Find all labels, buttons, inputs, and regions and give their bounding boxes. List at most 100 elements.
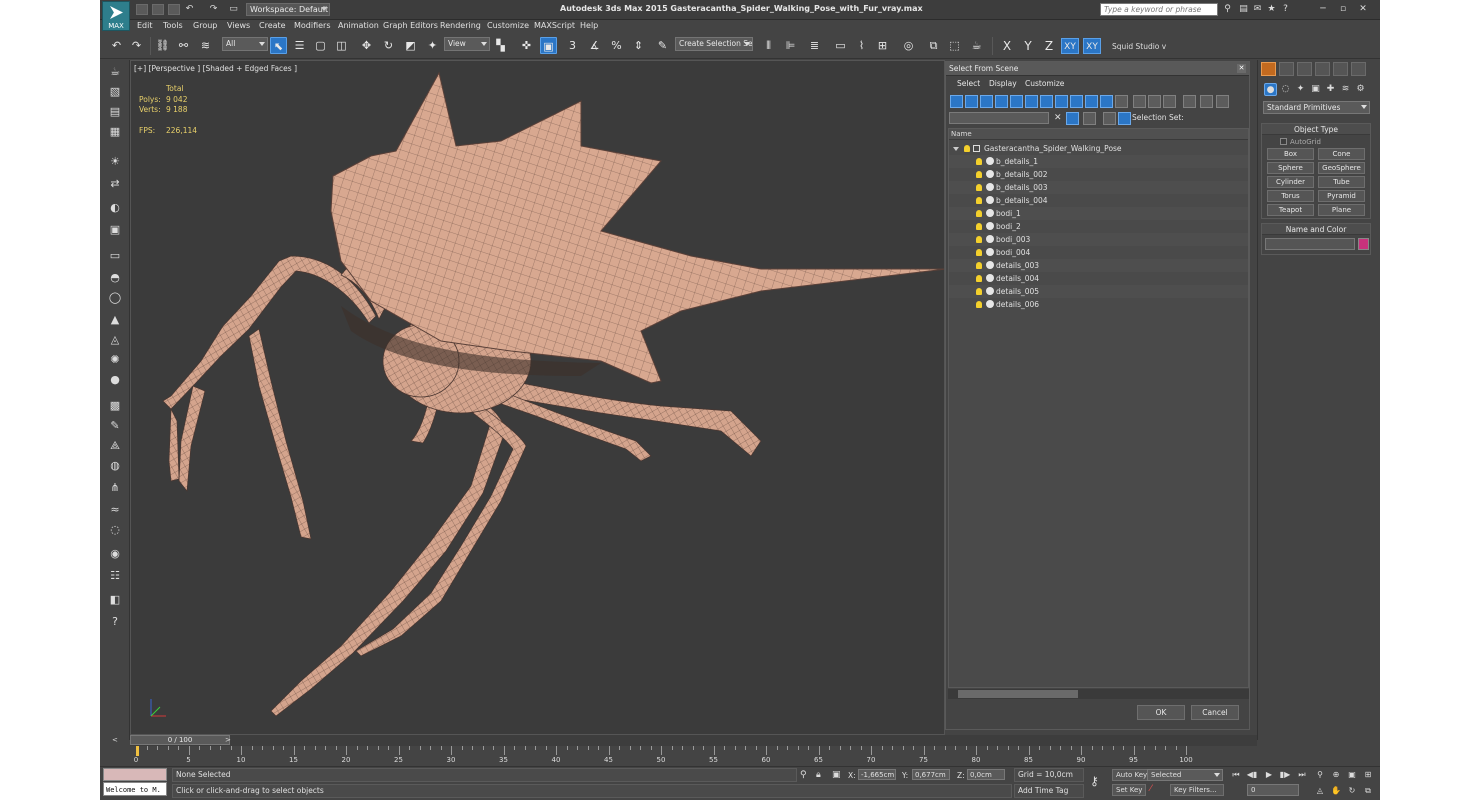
filter-shapes-icon[interactable] bbox=[965, 95, 978, 108]
list-item[interactable]: b_details_002 bbox=[949, 168, 1248, 181]
go-to-start-icon[interactable]: ⏮ bbox=[1230, 769, 1242, 781]
bulb-icon[interactable] bbox=[964, 145, 970, 152]
select-and-scale-icon[interactable]: ◩ bbox=[402, 37, 419, 54]
name-and-color-header[interactable]: Name and Color bbox=[1262, 224, 1370, 235]
menu-help[interactable]: Help bbox=[580, 21, 598, 30]
help-icon[interactable]: ? bbox=[107, 614, 123, 630]
bulb-icon[interactable] bbox=[976, 236, 982, 243]
toggle-icon[interactable]: ◧ bbox=[107, 592, 123, 608]
list-item[interactable]: bodi_1 bbox=[949, 207, 1248, 220]
filter-geometry-icon[interactable] bbox=[950, 95, 963, 108]
edit-named-selection-icon[interactable]: ✎ bbox=[654, 37, 671, 54]
pivot-center-icon[interactable]: ▚ bbox=[492, 37, 509, 54]
axis-xy-cycle-button[interactable]: XY bbox=[1083, 38, 1101, 54]
pyramid-button[interactable]: Pyramid bbox=[1318, 190, 1365, 202]
maxscript-mini-listener[interactable]: Welcome to M. bbox=[103, 782, 167, 796]
bind-to-space-warp-icon[interactable]: ≋ bbox=[197, 37, 214, 54]
spotlight-icon[interactable]: ◬ bbox=[107, 332, 123, 348]
play-icon[interactable]: ▶ bbox=[1263, 769, 1275, 781]
communication-icon[interactable]: ✉ bbox=[1252, 4, 1263, 15]
find-case-sensitive-icon[interactable] bbox=[1066, 112, 1079, 125]
spinner-snap-icon[interactable]: ⇕ bbox=[630, 37, 647, 54]
dialog-menu-customize[interactable]: Customize bbox=[1025, 79, 1064, 88]
bulb-icon[interactable] bbox=[976, 223, 982, 230]
favorites-icon[interactable]: ★ bbox=[1266, 4, 1277, 15]
circle-icon[interactable]: ◯ bbox=[107, 290, 123, 306]
column-header-name[interactable]: Name bbox=[949, 129, 1248, 140]
select-and-rotate-icon[interactable]: ↻ bbox=[380, 37, 397, 54]
list-item[interactable]: b_details_003 bbox=[949, 181, 1248, 194]
list-item[interactable]: bodi_004 bbox=[949, 246, 1248, 259]
sort-icon[interactable] bbox=[1200, 95, 1213, 108]
zoom-icon[interactable]: ⚲ bbox=[1314, 769, 1326, 781]
add-time-tag[interactable]: Add Time Tag bbox=[1014, 784, 1084, 798]
schematic-view-icon[interactable]: ⊞ bbox=[874, 37, 891, 54]
select-manipulate-icon[interactable]: ✜ bbox=[518, 37, 535, 54]
viewport-label[interactable]: [+] [Perspective ] [Shaded + Edged Faces… bbox=[134, 64, 297, 73]
mirror-icon[interactable]: ⫴ bbox=[760, 37, 777, 54]
minimize-button[interactable]: ─ bbox=[1316, 3, 1330, 16]
list-item[interactable]: details_006 bbox=[949, 298, 1248, 311]
options-icon[interactable] bbox=[1216, 95, 1229, 108]
cone-button[interactable]: Cone bbox=[1318, 148, 1365, 160]
percent-snap-icon[interactable]: % bbox=[608, 37, 625, 54]
time-slider[interactable]: 0 / 100 bbox=[130, 735, 230, 745]
tube-button[interactable]: Tube bbox=[1318, 176, 1365, 188]
bulb-icon[interactable] bbox=[976, 184, 982, 191]
scrollbar-thumb[interactable] bbox=[958, 690, 1078, 698]
object-name-input[interactable] bbox=[1265, 238, 1355, 250]
zoom-extents-icon[interactable]: ▣ bbox=[1346, 769, 1358, 781]
display-tab-icon[interactable] bbox=[1333, 62, 1348, 76]
checkbox-icon[interactable] bbox=[1280, 138, 1287, 145]
menu-maxscript[interactable]: MAXScript bbox=[534, 21, 575, 30]
time-slider-bar[interactable]: < 0 / 100 > bbox=[112, 735, 1257, 746]
tree-root-row[interactable]: Gasteracantha_Spider_Walking_Pose bbox=[949, 142, 1248, 155]
menu-group[interactable]: Group bbox=[193, 21, 217, 30]
filter-funnel-icon[interactable] bbox=[1183, 95, 1196, 108]
material-editor-icon[interactable]: ◎ bbox=[900, 37, 917, 54]
save-file-icon[interactable] bbox=[168, 4, 180, 15]
maximize-button[interactable]: ▫ bbox=[1336, 3, 1350, 16]
filter-containers-icon[interactable] bbox=[1085, 95, 1098, 108]
maximize-viewport-icon[interactable]: ⧉ bbox=[1362, 785, 1374, 797]
menu-modifiers[interactable]: Modifiers bbox=[294, 21, 331, 30]
menu-tools[interactable]: Tools bbox=[163, 21, 183, 30]
filter-lights-icon[interactable] bbox=[980, 95, 993, 108]
squid-studio-label[interactable]: Squid Studio v bbox=[1112, 42, 1166, 51]
application-menu-button[interactable]: MAX bbox=[102, 1, 130, 31]
shapes-category-icon[interactable]: ◌ bbox=[1279, 83, 1292, 96]
key-icon[interactable]: ⚷ bbox=[1090, 774, 1099, 788]
filter-cameras-icon[interactable] bbox=[995, 95, 1008, 108]
next-frame-icon[interactable]: > bbox=[225, 736, 231, 744]
help-search-input[interactable]: Type a keyword or phrase bbox=[1100, 3, 1218, 16]
cancel-button[interactable]: Cancel bbox=[1191, 705, 1239, 720]
select-object-icon[interactable]: ⬉ bbox=[270, 37, 287, 54]
selection-lock-icon[interactable]: 🔒︎ bbox=[816, 770, 821, 780]
snaps-toggle-icon[interactable]: 3 bbox=[564, 37, 581, 54]
current-frame-field[interactable]: 0 bbox=[1247, 784, 1299, 796]
redo-icon[interactable]: ↷ bbox=[128, 37, 145, 54]
key-filters-button[interactable]: Key Filters... bbox=[1170, 784, 1224, 796]
dialog-close-button[interactable]: ✕ bbox=[1237, 64, 1246, 73]
filter-spacewarps-icon[interactable] bbox=[1025, 95, 1038, 108]
named-selection-dropdown[interactable]: Create Selection Se bbox=[675, 37, 753, 51]
select-invert-icon[interactable] bbox=[1163, 95, 1176, 108]
list-item[interactable]: bodi_003 bbox=[949, 233, 1248, 246]
current-time-marker[interactable] bbox=[136, 746, 139, 756]
globe-icon[interactable]: ◍ bbox=[107, 458, 123, 474]
dialog-search-input[interactable] bbox=[949, 112, 1049, 124]
bulb-icon[interactable] bbox=[976, 158, 982, 165]
filter-frozen-icon[interactable] bbox=[1100, 95, 1113, 108]
axis-y-button[interactable]: Y bbox=[1019, 38, 1037, 54]
list-item[interactable]: details_003 bbox=[949, 259, 1248, 272]
camera-icon[interactable]: ▣ bbox=[107, 222, 123, 238]
sphere-button[interactable]: Sphere bbox=[1267, 162, 1314, 174]
go-to-end-icon[interactable]: ⏭ bbox=[1296, 769, 1308, 781]
bulb-icon[interactable] bbox=[976, 275, 982, 282]
maxscript-listener-input[interactable] bbox=[103, 768, 167, 781]
image-icon[interactable]: ▧ bbox=[107, 84, 123, 100]
redo-icon[interactable]: ↷ bbox=[208, 4, 219, 15]
filter-xrefs-icon[interactable] bbox=[1055, 95, 1068, 108]
object-color-swatch[interactable] bbox=[1358, 238, 1369, 250]
utilities-tab-icon[interactable] bbox=[1351, 62, 1366, 76]
